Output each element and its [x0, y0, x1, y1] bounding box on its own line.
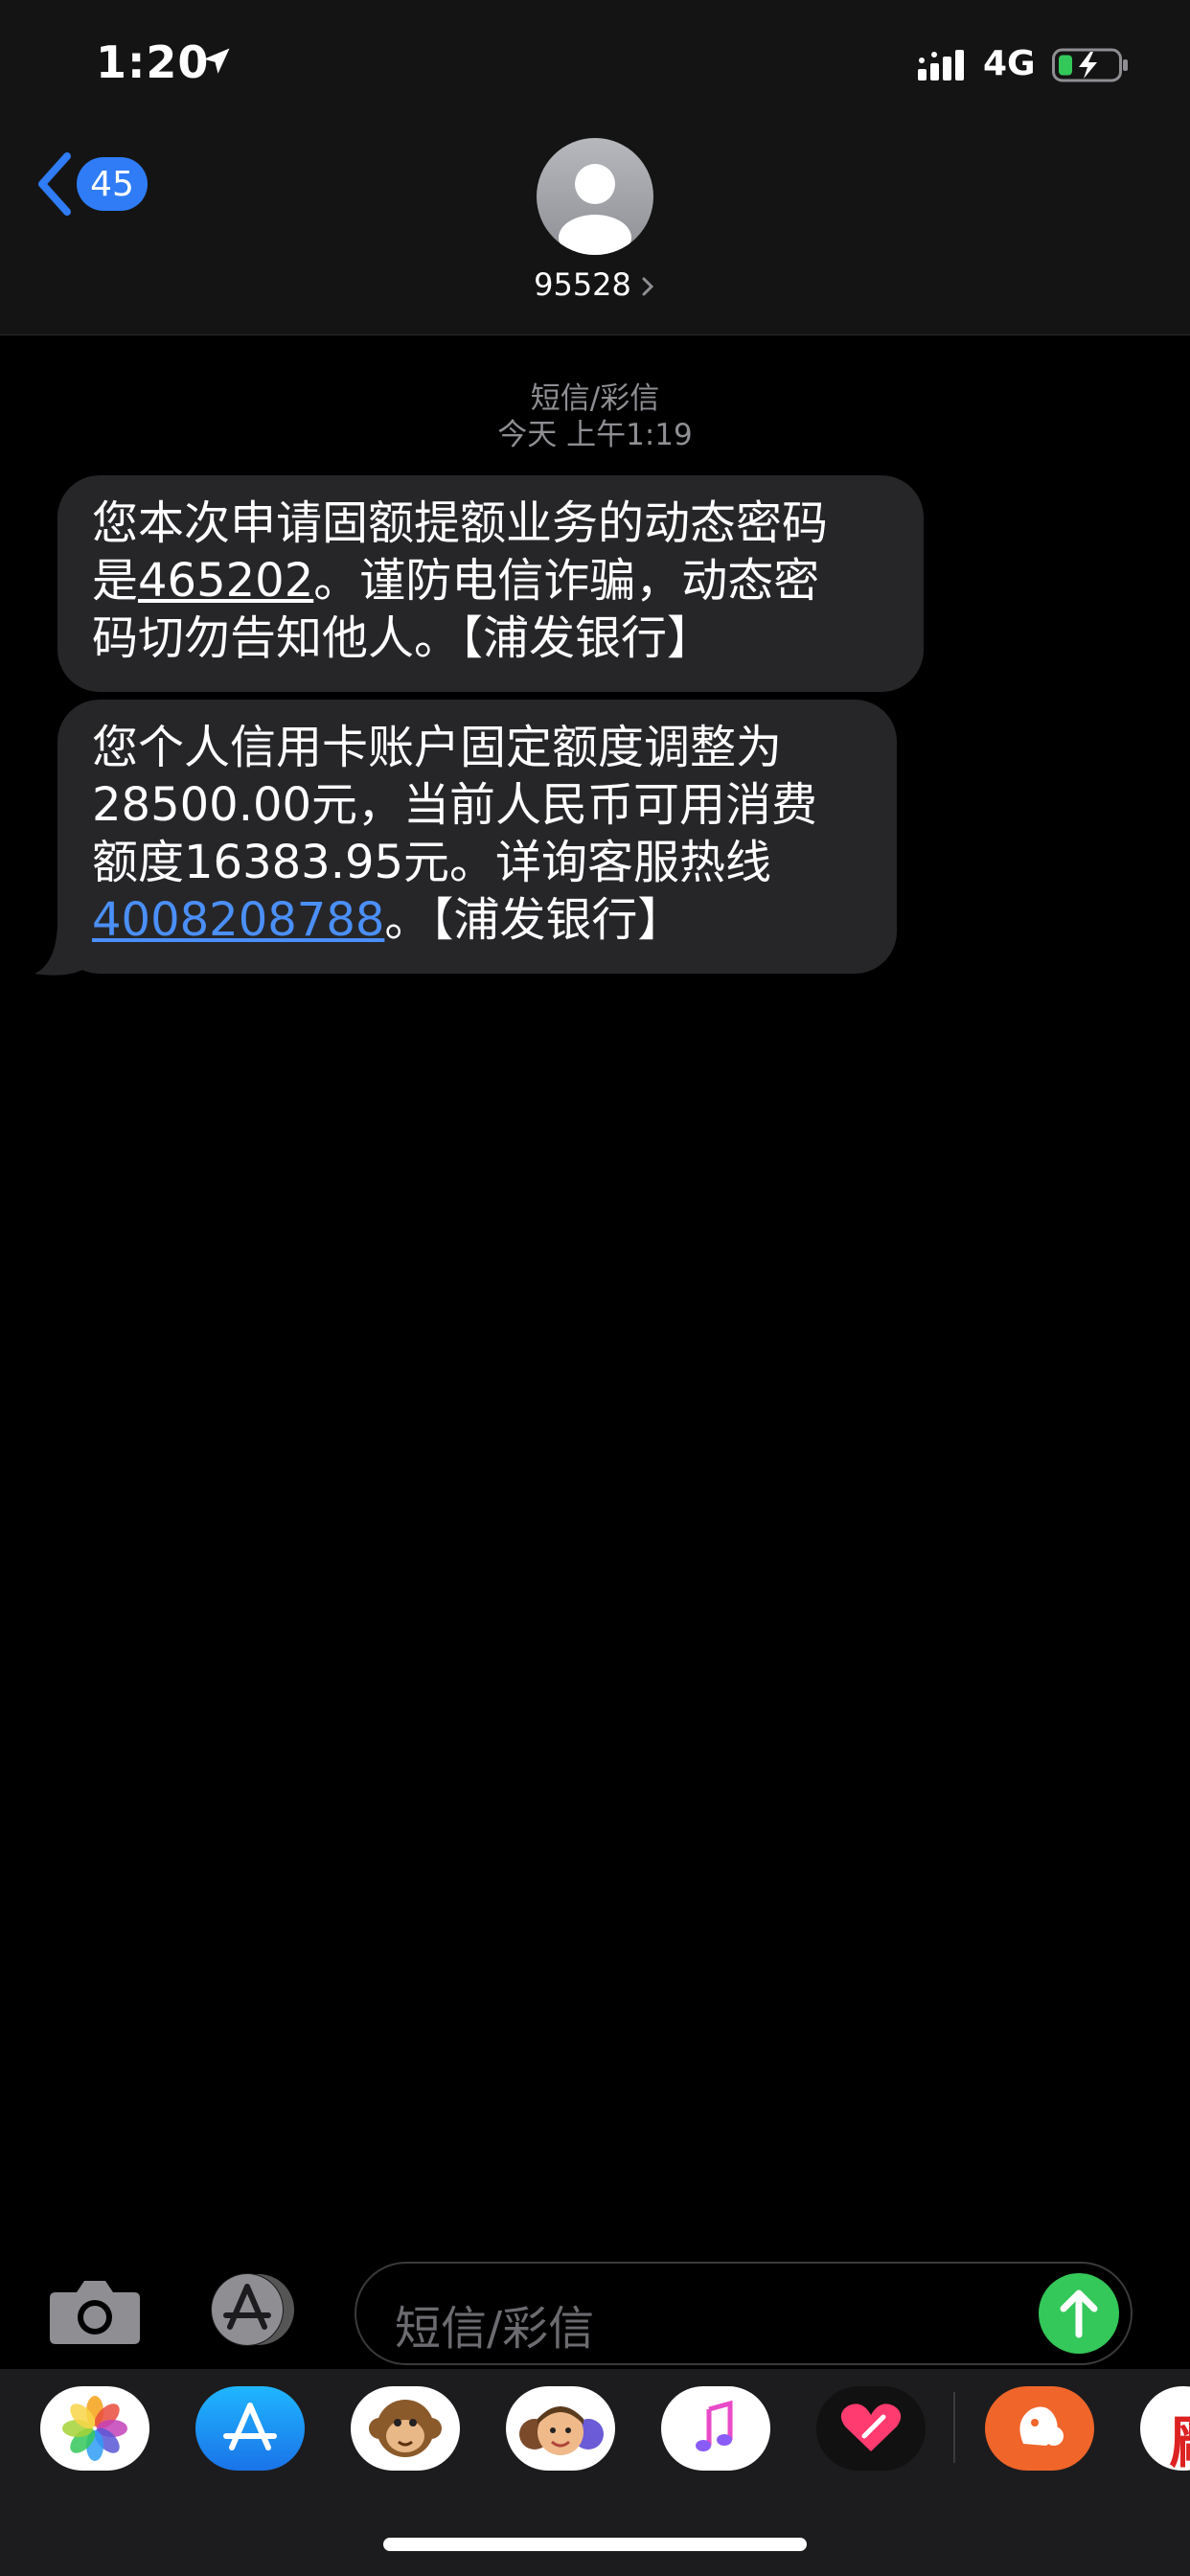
message-input-placeholder: 短信/彩信 [395, 2302, 595, 2356]
message-line: 4008208788。【浦发银行】 [92, 891, 862, 949]
message-line: 码切勿告知他人。【浦发银行】 [92, 611, 714, 665]
verification-code[interactable]: 465202 [138, 554, 313, 608]
music-note-icon [696, 2400, 733, 2451]
home-indicator[interactable] [383, 2538, 807, 2551]
message-line: 您本次申请固额提额业务的动态密码 [92, 496, 829, 550]
contact-avatar[interactable] [537, 138, 653, 255]
heart-icon [840, 2404, 902, 2451]
digital-touch-app-icon[interactable] [816, 2386, 926, 2471]
messages-screen: 1:20 4G 45 95528 短信/彩信 今天 上午1:19 您本次申请固额… [0, 0, 1190, 2576]
animoji-app-icon[interactable] [351, 2386, 460, 2471]
phone-link[interactable]: 4008208788 [92, 893, 384, 947]
message-line: 是465202。谨防电信诈骗，动态密 [92, 552, 889, 610]
back-button[interactable]: 45 [33, 148, 157, 220]
memoji-stickers-app-icon[interactable] [506, 2386, 615, 2471]
camera-icon[interactable] [48, 2277, 142, 2346]
app-store-a-icon [223, 2403, 277, 2450]
chevron-left-icon [38, 152, 71, 216]
partial-app-icon[interactable]: 厰 [1140, 2386, 1190, 2471]
photos-app-icon[interactable] [40, 2386, 149, 2471]
location-arrow-icon [203, 48, 230, 74]
partial-app-glyph: 厰 [1169, 2398, 1190, 2471]
contact-name-label: 95528 [534, 266, 631, 303]
message-input[interactable]: 短信/彩信 [355, 2262, 1133, 2365]
person-icon [559, 164, 631, 255]
message-timestamp: 今天 上午1:19 [497, 418, 693, 452]
send-arrow-icon [1060, 2289, 1098, 2338]
composer-bar: 短信/彩信 [0, 2242, 1190, 2367]
battery-charging-icon [1052, 48, 1128, 82]
send-button[interactable] [1039, 2273, 1119, 2354]
message-text: 。【浦发银行】 [384, 893, 684, 947]
app-drawer-divider [953, 2392, 955, 2463]
orange-app-icon[interactable] [985, 2386, 1094, 2471]
monkey-icon [369, 2400, 442, 2457]
status-time: 1:20 [96, 36, 210, 88]
bubble-tail [34, 926, 92, 976]
message-line: 您个人信用卡账户固定额度调整为 [92, 721, 783, 774]
message-text: 。谨防电信诈骗，动态密 [313, 554, 820, 608]
squirrel-icon [1019, 2406, 1064, 2446]
app-store-icon[interactable] [199, 2271, 305, 2348]
contact-name[interactable]: 95528 [0, 266, 1190, 303]
conversation-header: 1:20 4G 45 95528 [0, 0, 1190, 335]
message-text: 是 [92, 554, 139, 608]
memoji-icon [519, 2406, 604, 2455]
music-app-icon[interactable] [661, 2386, 770, 2471]
unread-count-badge: 45 [77, 157, 148, 211]
message-line: 28500.00元，当前人民币可用消费 [92, 778, 818, 832]
message-bubble[interactable]: 您本次申请固额提额业务的动态密码 是465202。谨防电信诈骗，动态密 码切勿告… [57, 475, 924, 692]
app-store-app-icon[interactable] [195, 2386, 305, 2471]
message-line: 额度16383.95元。详询客服热线 [92, 836, 772, 889]
photos-flower-icon [62, 2396, 127, 2461]
signal-icon [918, 50, 964, 80]
message-bubble[interactable]: 您个人信用卡账户固定额度调整为 28500.00元，当前人民币可用消费 额度16… [57, 700, 897, 974]
chevron-right-icon [642, 277, 654, 296]
network-type: 4G [983, 44, 1036, 83]
